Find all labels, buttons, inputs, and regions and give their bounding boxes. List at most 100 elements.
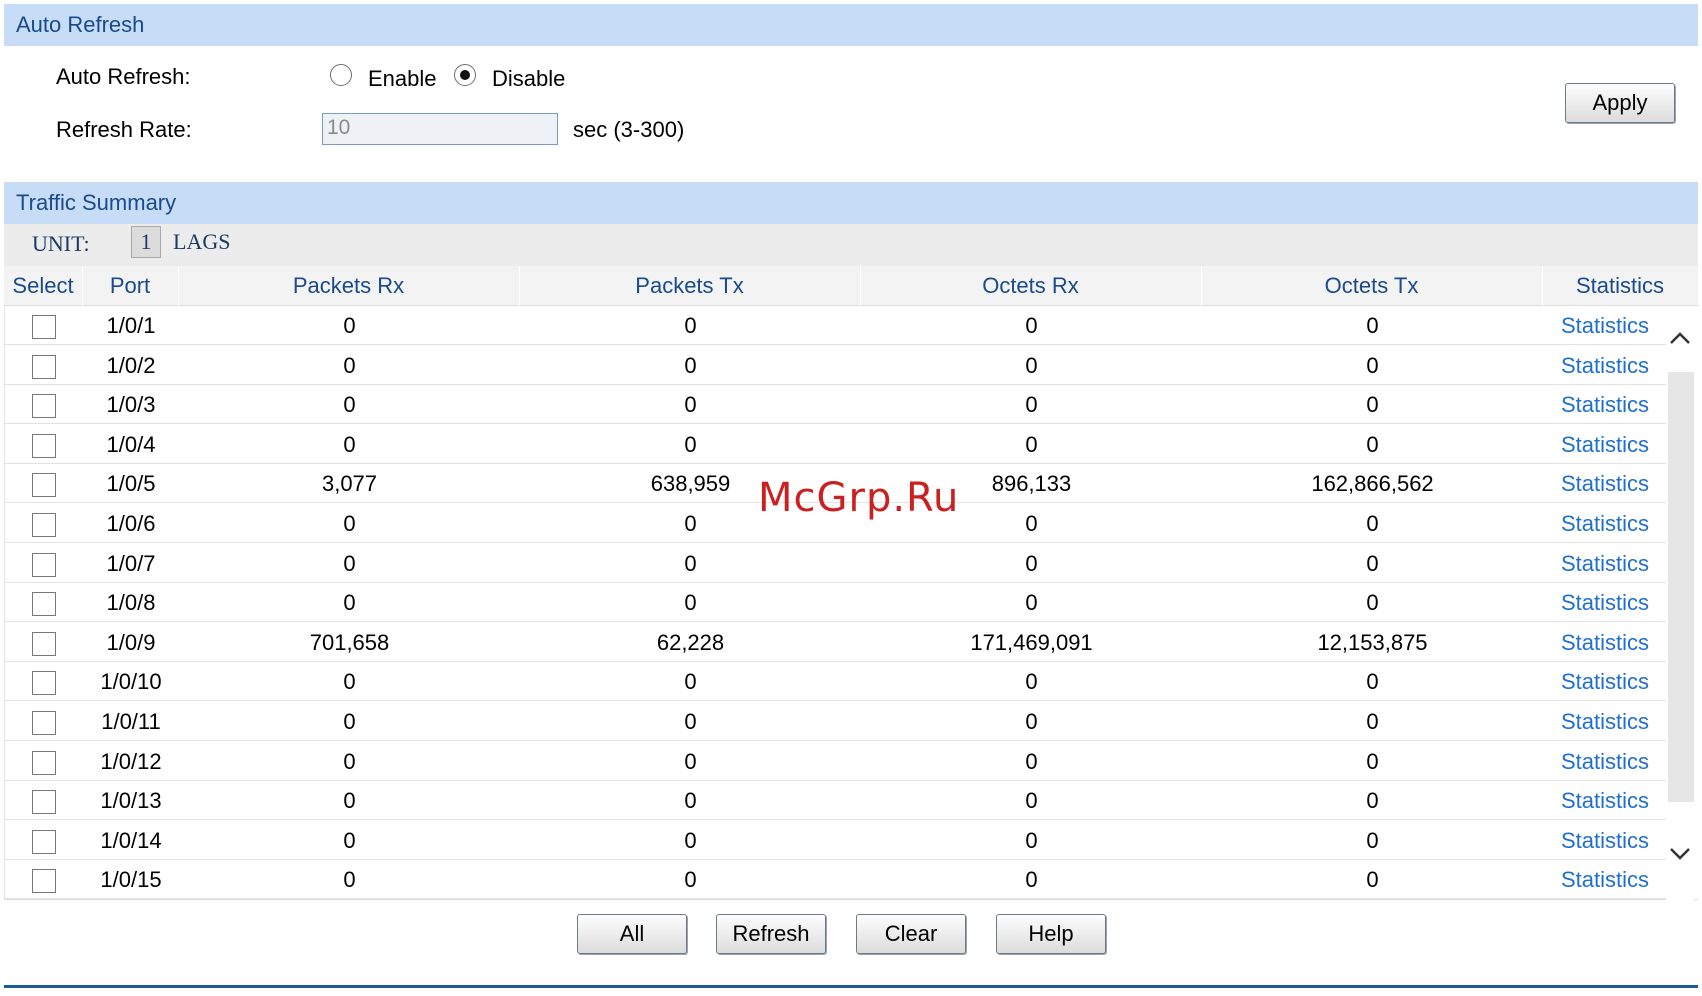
octets-tx-cell: 0 bbox=[1366, 827, 1379, 853]
statistics-link[interactable]: Statistics bbox=[1543, 821, 1667, 860]
lags-link[interactable]: LAGS bbox=[173, 229, 230, 255]
row-select-checkbox[interactable] bbox=[32, 869, 56, 894]
statistics-link[interactable]: Statistics bbox=[1543, 742, 1667, 781]
port-cell: 1/0/2 bbox=[106, 352, 156, 378]
row-select-checkbox[interactable] bbox=[32, 354, 56, 379]
statistics-link[interactable]: Statistics bbox=[1543, 385, 1667, 424]
octets-rx-cell: 0 bbox=[1025, 431, 1038, 457]
row-select-checkbox[interactable] bbox=[32, 433, 56, 458]
octets-tx-cell: 12,153,875 bbox=[1317, 629, 1428, 655]
auto-refresh-header: Auto Refresh bbox=[4, 4, 1698, 46]
port-cell: 1/0/1 bbox=[106, 313, 156, 338]
statistics-link[interactable]: Statistics bbox=[1543, 464, 1667, 503]
col-octets-rx: Octets Rx bbox=[860, 266, 1202, 306]
apply-button[interactable]: Apply bbox=[1565, 83, 1675, 123]
row-select-checkbox[interactable] bbox=[32, 671, 56, 696]
packets-rx-cell: 0 bbox=[343, 392, 356, 418]
octets-rx-cell: 0 bbox=[1025, 550, 1038, 576]
col-packets-rx: Packets Rx bbox=[178, 266, 520, 306]
table-row: 1/0/14 0 0 0 0 Statistics bbox=[5, 821, 1667, 860]
clear-button[interactable]: Clear bbox=[856, 914, 966, 954]
refresh-button[interactable]: Refresh bbox=[716, 914, 826, 954]
statistics-link[interactable]: Statistics bbox=[1543, 583, 1667, 622]
packets-tx-cell: 0 bbox=[684, 392, 697, 418]
octets-tx-cell: 0 bbox=[1366, 709, 1379, 734]
help-button[interactable]: Help bbox=[996, 914, 1106, 954]
statistics-link[interactable]: Statistics bbox=[1543, 860, 1667, 899]
statistics-link[interactable]: Statistics bbox=[1543, 702, 1667, 741]
select-all-button[interactable]: All bbox=[577, 914, 687, 954]
table-row: 1/0/9 701,658 62,228 171,469,091 12,153,875 S… bbox=[5, 623, 1667, 662]
octets-rx-cell: 0 bbox=[1025, 590, 1038, 616]
refresh-rate-label: Refresh Rate: bbox=[56, 117, 192, 142]
row-select-checkbox[interactable] bbox=[32, 711, 56, 735]
port-cell: 1/0/14 bbox=[100, 827, 162, 853]
packets-tx-cell: 0 bbox=[684, 313, 697, 338]
statistics-link[interactable]: Statistics bbox=[1543, 623, 1667, 662]
refresh-rate-input[interactable]: 10 bbox=[322, 113, 558, 145]
packets-tx-cell: 0 bbox=[684, 748, 697, 774]
packets-tx-cell: 0 bbox=[684, 709, 697, 734]
traffic-summary-header: Traffic Summary bbox=[4, 182, 1698, 224]
packets-rx-cell: 0 bbox=[343, 590, 356, 616]
table-row: 1/0/3 0 0 0 0 Statistics bbox=[5, 385, 1667, 425]
row-select-checkbox[interactable] bbox=[32, 513, 56, 537]
port-cell: 1/0/3 bbox=[106, 392, 156, 418]
packets-rx-cell: 0 bbox=[343, 431, 356, 457]
statistics-link[interactable]: Statistics bbox=[1543, 425, 1667, 464]
table-row: 1/0/12 0 0 0 0 Statistics bbox=[5, 742, 1667, 781]
octets-tx-cell: 162,866,562 bbox=[1311, 471, 1434, 497]
octets-rx-cell: 0 bbox=[1025, 867, 1038, 893]
refresh-rate-unit: sec (3-300) bbox=[573, 117, 685, 142]
row-select-checkbox[interactable] bbox=[32, 315, 56, 339]
port-cell: 1/0/15 bbox=[100, 867, 162, 893]
table-header: Select Port Packets Rx Packets Tx Octets… bbox=[4, 266, 1698, 306]
octets-tx-cell: 0 bbox=[1366, 352, 1379, 378]
packets-tx-cell: 0 bbox=[684, 827, 697, 853]
packets-tx-cell: 0 bbox=[684, 590, 697, 616]
table-row: 1/0/8 0 0 0 0 Statistics bbox=[5, 583, 1667, 623]
row-select-checkbox[interactable] bbox=[32, 750, 56, 775]
chevron-down-icon[interactable] bbox=[1666, 840, 1694, 870]
octets-tx-cell: 0 bbox=[1366, 511, 1379, 536]
disable-radio[interactable] bbox=[454, 64, 476, 86]
table-row: 1/0/2 0 0 0 0 Statistics bbox=[5, 346, 1667, 385]
row-select-checkbox[interactable] bbox=[32, 394, 56, 419]
row-select-checkbox[interactable] bbox=[32, 631, 56, 656]
row-select-checkbox[interactable] bbox=[32, 829, 56, 854]
statistics-link[interactable]: Statistics bbox=[1543, 662, 1667, 701]
enable-radio-label: Enable bbox=[368, 66, 437, 91]
statistics-link[interactable]: Statistics bbox=[1543, 544, 1667, 583]
packets-rx-cell: 0 bbox=[343, 827, 356, 853]
port-cell: 1/0/7 bbox=[106, 550, 156, 576]
packets-rx-cell: 0 bbox=[343, 669, 356, 695]
row-select-checkbox[interactable] bbox=[32, 552, 56, 577]
row-select-checkbox[interactable] bbox=[32, 473, 56, 498]
port-cell: 1/0/10 bbox=[100, 669, 162, 695]
statistics-link[interactable]: Statistics bbox=[1543, 306, 1667, 345]
statistics-link[interactable]: Statistics bbox=[1543, 346, 1667, 385]
disable-radio-label: Disable bbox=[492, 66, 566, 91]
unit-1-button[interactable]: 1 bbox=[131, 226, 161, 258]
statistics-link[interactable]: Statistics bbox=[1543, 504, 1667, 543]
octets-rx-cell: 171,469,091 bbox=[970, 629, 1093, 655]
packets-tx-cell: 0 bbox=[684, 550, 697, 576]
statistics-link[interactable]: Statistics bbox=[1543, 781, 1667, 820]
port-cell: 1/0/6 bbox=[106, 511, 156, 536]
row-select-checkbox[interactable] bbox=[32, 790, 56, 815]
chevron-up-icon[interactable] bbox=[1666, 324, 1694, 354]
table-scrollbar[interactable] bbox=[1666, 306, 1694, 900]
scroll-thumb[interactable] bbox=[1668, 372, 1694, 802]
table-row: 1/0/13 0 0 0 0 Statistics bbox=[5, 781, 1667, 821]
packets-tx-cell: 62,228 bbox=[656, 629, 725, 655]
col-select: Select bbox=[4, 266, 83, 306]
octets-rx-cell: 0 bbox=[1025, 352, 1038, 378]
enable-radio[interactable] bbox=[330, 64, 352, 86]
octets-tx-cell: 0 bbox=[1366, 669, 1379, 695]
bottom-divider bbox=[4, 985, 1698, 988]
octets-tx-cell: 0 bbox=[1366, 867, 1379, 893]
port-cell: 1/0/11 bbox=[101, 709, 161, 734]
packets-rx-cell: 0 bbox=[343, 867, 356, 893]
row-select-checkbox[interactable] bbox=[32, 592, 56, 617]
col-port: Port bbox=[82, 266, 179, 306]
